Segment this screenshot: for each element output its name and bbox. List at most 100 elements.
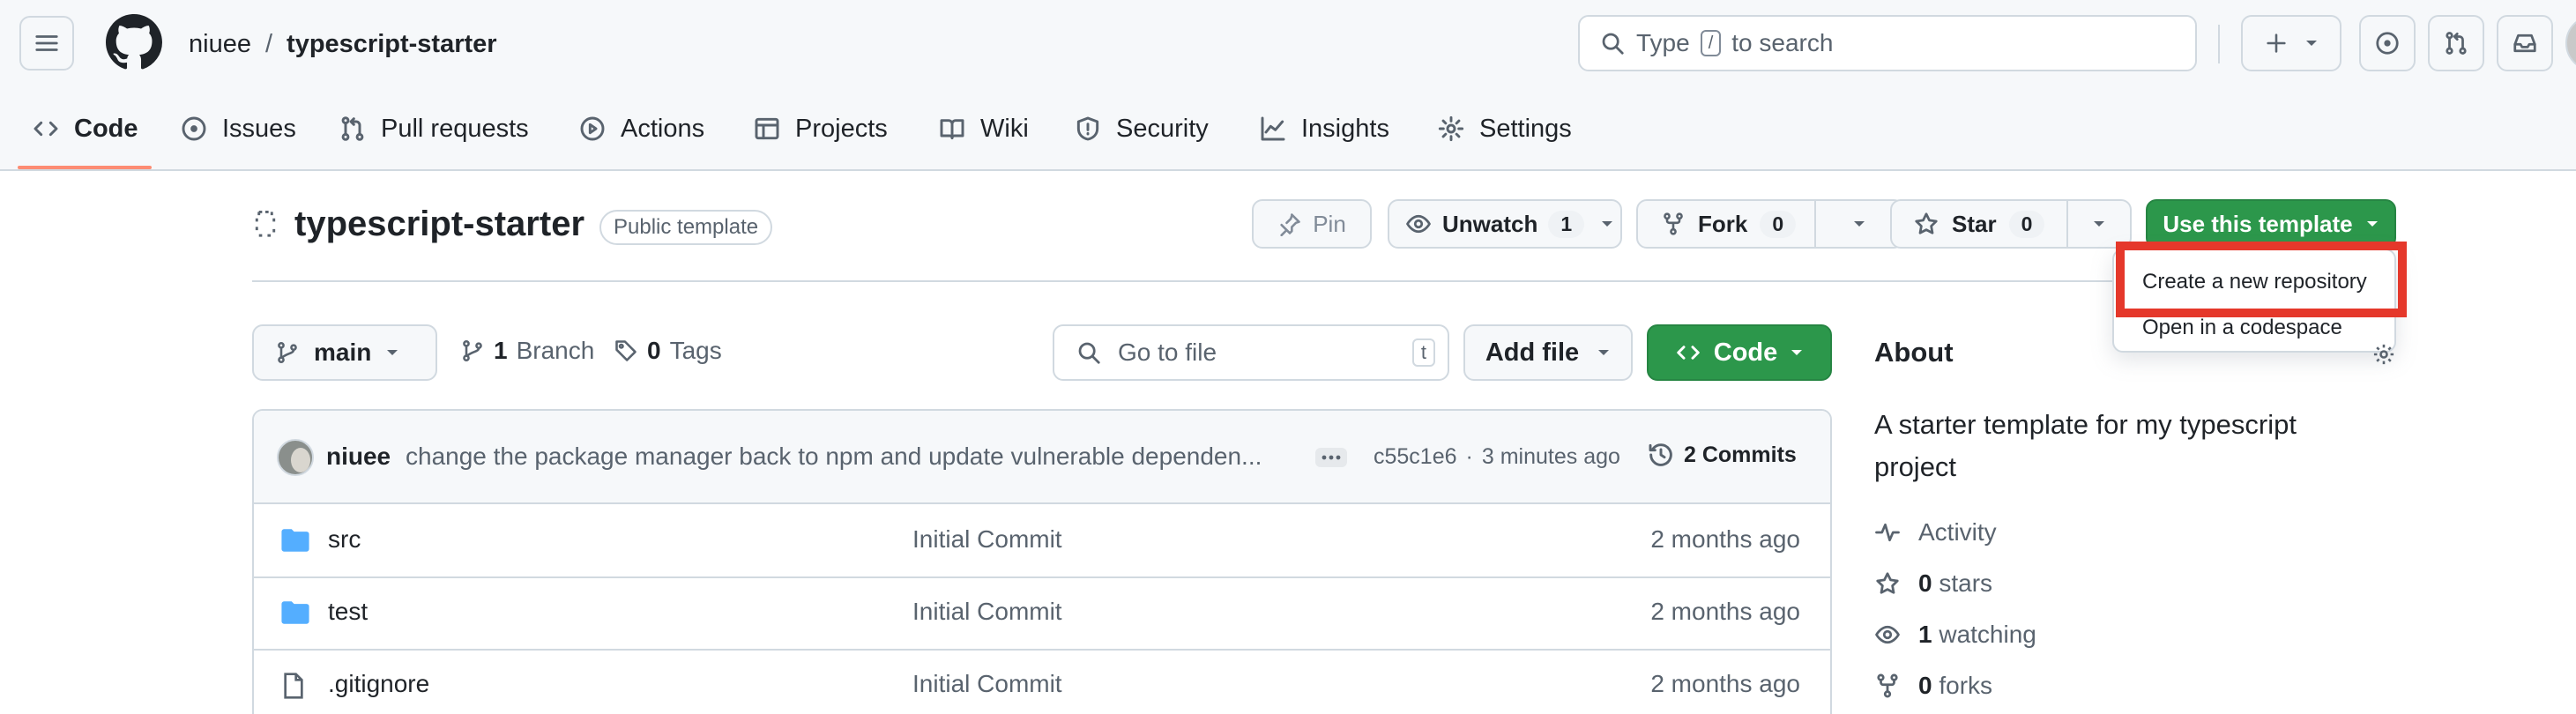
open-in-codespace-item[interactable]: Open in a codespace [2142,316,2342,340]
star-dropdown-button[interactable] [2068,201,2130,247]
chevron-down-icon [385,348,399,357]
table-row[interactable]: .gitignore Initial Commit 2 months ago [254,649,1830,714]
branch-label: Branch [516,337,595,364]
tab-projects[interactable]: Projects [753,108,888,150]
file-age: 2 months ago [1650,670,1800,697]
folder-icon [280,527,310,554]
shield-icon [1074,115,1102,143]
unwatch-label: Unwatch [1442,210,1538,237]
tab-issues-label: Issues [222,114,296,143]
pull-request-icon [339,115,367,143]
pulse-icon [1874,519,1901,546]
pull-requests-shortcut-button[interactable] [2428,15,2484,71]
table-row[interactable]: src Initial Commit 2 months ago [254,504,1830,576]
activity-link[interactable]: Activity [1874,518,1997,547]
tag-label: Tags [669,337,722,364]
search-input[interactable]: Type / to search [1578,15,2197,71]
forks-link[interactable]: 0 forks [1874,672,1992,700]
create-new-button[interactable] [2241,15,2341,71]
add-file-button[interactable]: Add file [1463,324,1633,381]
tab-security-label: Security [1116,114,1209,143]
unwatch-button[interactable]: Unwatch 1 [1388,199,1622,249]
tab-code[interactable]: Code [32,108,138,150]
stars-link[interactable]: 0 stars [1874,569,1992,598]
watching-link[interactable]: 1 watching [1874,621,2036,649]
commit-time: 3 minutes ago [1481,444,1620,469]
star-count: 0 [2008,210,2045,238]
tab-pull-requests-label: Pull requests [381,114,529,143]
fork-button[interactable]: Fork 0 [1638,201,1816,247]
file-name[interactable]: .gitignore [328,670,429,698]
author-avatar[interactable] [277,439,314,476]
tab-issues[interactable]: Issues [180,108,296,150]
file-commit-message[interactable]: Initial Commit [912,598,1062,626]
tab-pull-requests[interactable]: Pull requests [339,108,529,150]
breadcrumb-separator: / [264,29,273,58]
commit-sha[interactable]: c55c1e6 [1374,444,1457,470]
activity-label: Activity [1918,518,1997,546]
inbox-icon [2512,30,2538,56]
file-name[interactable]: src [328,525,361,554]
watch-count: 1 [1548,210,1585,238]
add-file-label: Add file [1485,338,1580,367]
chevron-down-icon [1597,348,1611,357]
star-icon [1913,211,1939,237]
search-placeholder-suffix: to search [1731,29,1834,56]
branch-selector[interactable]: main [252,324,437,381]
fork-icon [1661,212,1686,236]
tab-settings[interactable]: Settings [1437,108,1572,150]
play-icon [578,115,607,143]
eye-icon [1405,211,1432,237]
pin-button[interactable]: Pin [1252,199,1372,249]
tab-insights[interactable]: Insights [1259,108,1389,150]
use-template-label: Use this template [2163,210,2353,237]
menu-button[interactable] [19,16,74,71]
file-name[interactable]: test [328,598,368,626]
commit-author[interactable]: niuee [326,443,391,471]
eye-icon [1874,621,1901,648]
tab-wiki[interactable]: Wiki [938,108,1029,150]
commit-meta-dot: · [1465,444,1473,469]
github-logo-icon[interactable] [106,14,162,71]
go-to-file-shortcut: t [1411,338,1435,367]
commit-message[interactable]: change the package manager back to npm a… [406,443,1296,471]
code-button[interactable]: Code [1647,324,1832,381]
owner-link[interactable]: niuee [189,30,251,59]
commits-count: 2 Commits [1684,442,1797,467]
code-label: Code [1713,338,1778,367]
repo-link[interactable]: typescript-starter [287,30,497,59]
chevron-down-icon [2092,219,2106,228]
about-title: About [1874,337,1954,368]
history-icon [1647,441,1675,469]
star-label: Star [1952,210,1997,237]
table-row[interactable]: test Initial Commit 2 months ago [254,576,1830,649]
tab-security[interactable]: Security [1074,108,1209,150]
about-settings-gear-icon[interactable] [2371,342,2396,367]
inbox-button[interactable] [2497,15,2553,71]
chevron-down-icon [1790,348,1804,357]
fork-button-group: Fork 0 [1636,199,1904,249]
go-to-file-input[interactable]: Go to file t [1053,324,1449,381]
tag-count: 0 [647,337,661,364]
fork-count: 0 [1760,210,1797,238]
issue-opened-icon [2374,30,2401,56]
tags-link[interactable]: 0 Tags [614,337,722,365]
chevron-down-icon [1600,219,1614,228]
pin-icon [1277,212,1302,236]
tab-actions[interactable]: Actions [578,108,704,150]
code-icon [1675,339,1701,366]
file-age: 2 months ago [1650,598,1800,625]
file-commit-message[interactable]: Initial Commit [912,525,1062,554]
star-button-group: Star 0 [1890,199,2132,249]
commits-link[interactable]: 2 Commits [1647,441,1797,469]
issues-shortcut-button[interactable] [2359,15,2416,71]
star-button[interactable]: Star 0 [1892,201,2068,247]
branches-link[interactable]: 1 Branch [460,337,594,365]
stars-label: stars [1939,569,1993,597]
chevron-down-icon [2365,219,2379,228]
file-commit-message[interactable]: Initial Commit [912,670,1062,698]
expand-commit-button[interactable] [1315,448,1347,467]
tab-settings-label: Settings [1479,114,1572,143]
forks-count: 0 [1918,672,1932,699]
repo-title[interactable]: typescript-starter [294,205,584,244]
